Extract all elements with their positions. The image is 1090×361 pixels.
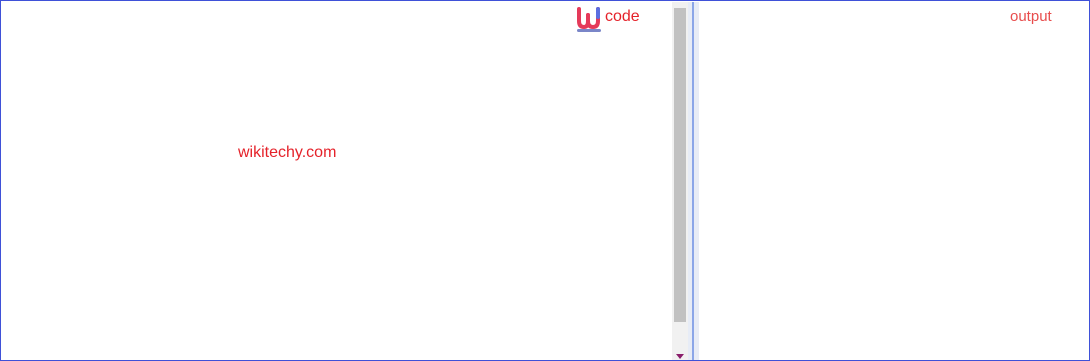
scroll-down-arrow-icon[interactable] (676, 354, 684, 359)
wikitechy-logo-icon (577, 7, 601, 32)
scrollbar-thumb[interactable] (674, 8, 686, 322)
pane-resize-divider[interactable] (688, 2, 699, 360)
output-panel (699, 2, 1089, 360)
code-content-text: wikitechy.com (238, 144, 337, 161)
divider-line (692, 2, 694, 360)
code-scrollbar[interactable] (672, 2, 688, 360)
output-panel-label: output (1010, 8, 1052, 25)
editor-frame: wikitechy.com code output (0, 0, 1090, 361)
code-panel[interactable]: wikitechy.com (2, 2, 672, 360)
code-panel-label: code (605, 8, 640, 25)
